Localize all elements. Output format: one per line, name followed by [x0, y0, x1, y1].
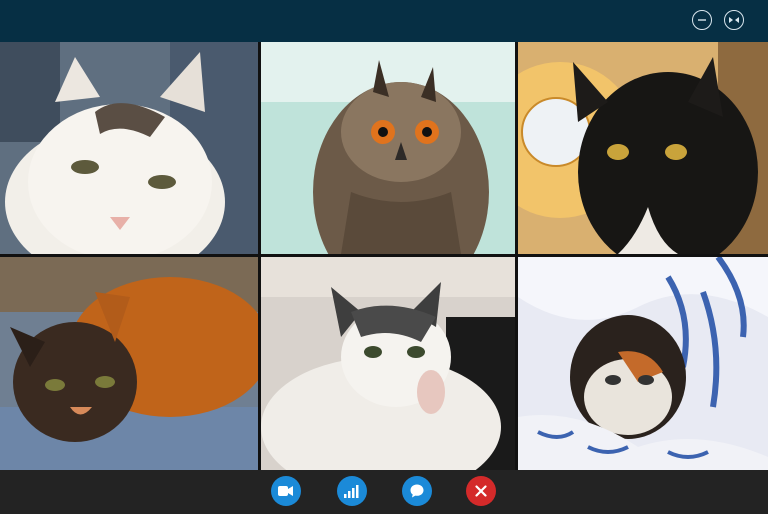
end-call-button[interactable] [466, 476, 496, 506]
participant-video-calico-cat[interactable] [518, 257, 768, 470]
call-quality-icon [344, 485, 359, 498]
minimize-button[interactable] [692, 10, 712, 30]
participant-video-tortoiseshell-cat[interactable] [0, 257, 258, 470]
minimize-icon [698, 19, 706, 21]
fullscreen-icon [729, 17, 739, 23]
fullscreen-button[interactable] [724, 10, 744, 30]
participant-video-white-grey-cat[interactable] [261, 257, 515, 470]
participant-video-black-cat[interactable] [518, 42, 768, 254]
video-icon [278, 486, 293, 496]
calico-cat-image [518, 257, 768, 470]
participant-video-white-cat[interactable] [0, 42, 258, 254]
owl-image [261, 42, 515, 254]
video-grid [0, 42, 768, 470]
chat-button[interactable] [402, 476, 432, 506]
end-call-icon [475, 485, 487, 497]
title-bar [0, 0, 768, 42]
video-button[interactable] [271, 476, 301, 506]
call-quality-button[interactable] [337, 476, 367, 506]
white-grey-cat-image [261, 257, 515, 470]
white-cat-image [0, 42, 258, 254]
chat-icon [410, 484, 424, 498]
call-control-bar [0, 470, 768, 514]
tortoiseshell-cat-image [0, 257, 258, 470]
black-cat-image [518, 42, 768, 254]
participant-video-owl[interactable] [261, 42, 515, 254]
